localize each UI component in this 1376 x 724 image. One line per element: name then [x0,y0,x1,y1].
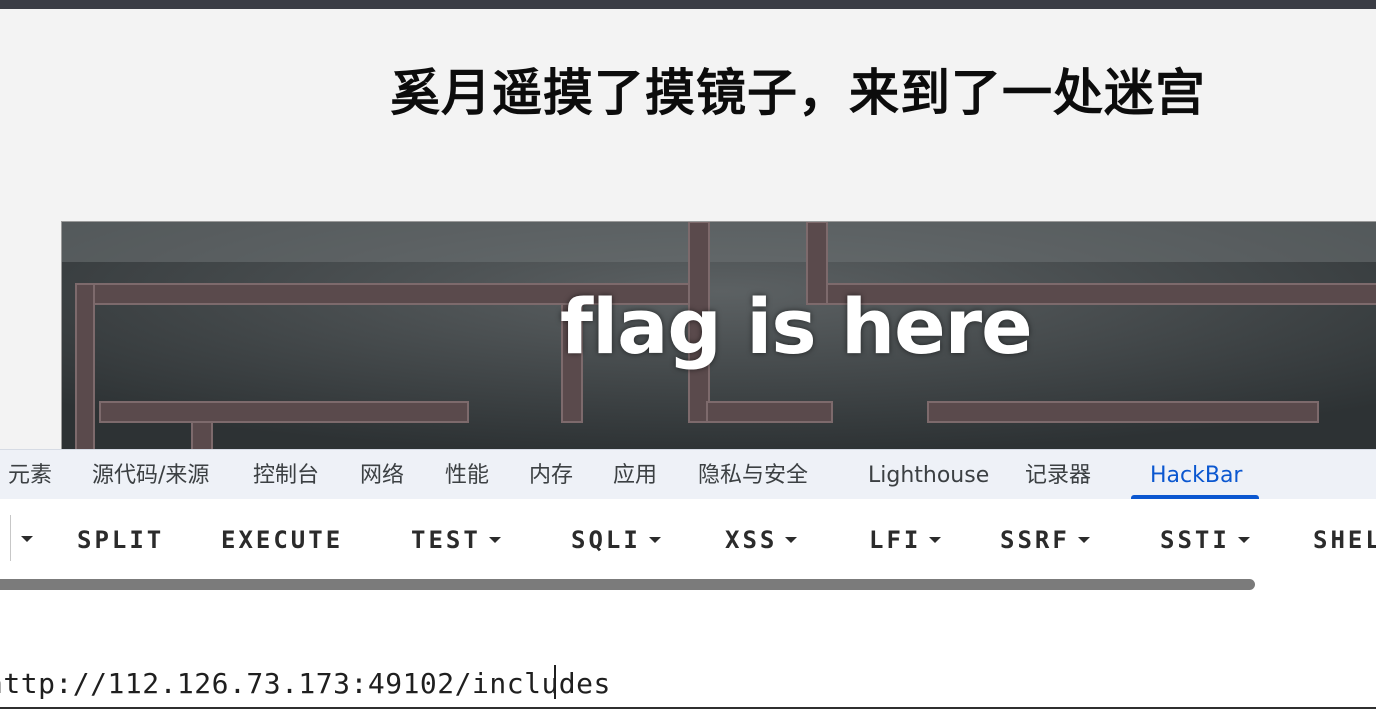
text-cursor [554,665,556,699]
tab-recorder[interactable]: 记录器 [1025,450,1091,500]
maze-image: flag is here [61,221,1376,449]
tab-network[interactable]: 网络 [360,450,404,500]
chevron-down-icon [929,536,942,543]
tab-performance[interactable]: 性能 [445,450,489,500]
chevron-down-icon [785,536,798,543]
test-dropdown-button[interactable]: TEST [411,521,501,557]
toolbar-scrollbar[interactable] [0,579,1376,593]
page-heading: 奚月遥摸了摸镜子，来到了一处迷宫 [390,63,1206,122]
chevron-down-icon [1237,536,1250,543]
ssrf-dropdown-button[interactable]: SSRF [1000,521,1090,557]
execute-button-label: EXECUTE [221,526,344,554]
ssti-button-label: SSTI [1160,526,1230,554]
chevron-down-icon[interactable] [21,536,33,542]
sqli-button-label: SQLI [571,526,641,554]
tab-hackbar[interactable]: HackBar [1150,450,1242,500]
lfi-dropdown-button[interactable]: LFI [869,521,942,557]
tab-elements[interactable]: 元素 [8,450,52,500]
sqli-dropdown-button[interactable]: SQLI [571,521,661,557]
test-button-label: TEST [411,526,481,554]
lfi-button-label: LFI [869,526,922,554]
shell-dropdown-button[interactable]: SHELL [1313,521,1376,557]
toolbar-divider [10,515,11,561]
tab-console[interactable]: 控制台 [253,450,319,500]
ssti-dropdown-button[interactable]: SSTI [1160,521,1250,557]
browser-top-bar [0,0,1376,9]
ssrf-button-label: SSRF [1000,526,1070,554]
devtools-tab-bar: 元素 源代码/来源 控制台 网络 性能 内存 应用 隐私与安全 Lighthou… [0,449,1376,499]
split-button[interactable]: SPLIT [77,521,164,557]
tab-application[interactable]: 应用 [613,450,657,500]
chevron-down-icon [1077,536,1090,543]
split-button-label: SPLIT [77,526,165,554]
flag-is-here-text: flag is here [560,282,1033,371]
input-bottom-border [0,707,1376,709]
tab-sources[interactable]: 源代码/来源 [92,450,209,500]
chevron-down-icon [648,536,661,543]
hackbar-toolbar: SPLIT EXECUTE TEST SQLI XSS LFI SSRF SST… [0,499,1376,579]
execute-button[interactable]: EXECUTE [221,521,343,557]
xss-button-label: XSS [725,526,778,554]
web-page: 奚月遥摸了摸镜子，来到了一处迷宫 flag is here [0,9,1376,449]
chevron-down-icon [488,536,501,543]
tab-lighthouse[interactable]: Lighthouse [868,450,989,500]
xss-dropdown-button[interactable]: XSS [725,521,798,557]
tab-privacy-security[interactable]: 隐私与安全 [698,450,808,500]
shell-button-label: SHELL [1313,526,1376,554]
tab-memory[interactable]: 内存 [529,450,573,500]
url-input[interactable] [0,661,1376,705]
scrollbar-thumb[interactable] [0,579,1255,590]
devtools-panel: 元素 源代码/来源 控制台 网络 性能 内存 应用 隐私与安全 Lighthou… [0,449,1376,724]
